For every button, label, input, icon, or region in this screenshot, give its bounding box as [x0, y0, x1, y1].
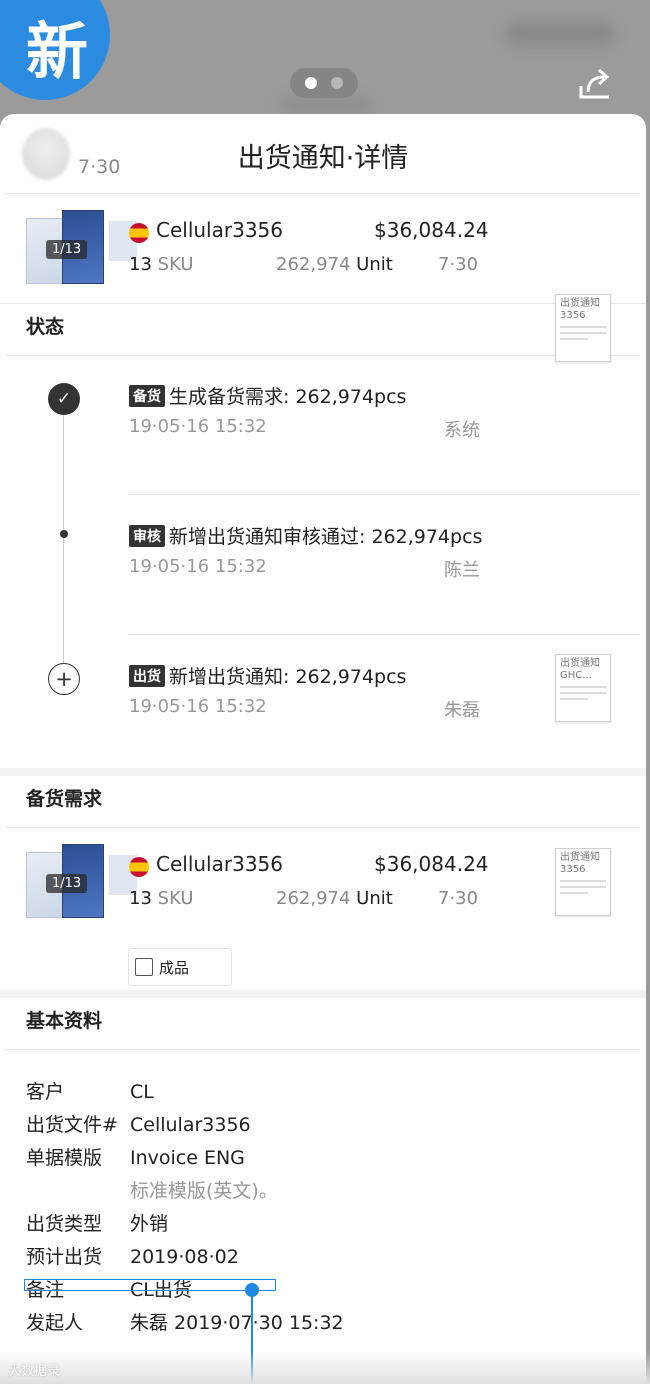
- document-thumbnail[interactable]: 出货通知 GHC...: [555, 654, 611, 722]
- event-time: 19·05·16 15:32: [129, 696, 267, 717]
- share-icon[interactable]: [576, 64, 614, 102]
- unit-quantity: 262,974 Unit: [276, 254, 393, 275]
- selection-handle[interactable]: [245, 1283, 259, 1297]
- event-user: 朱磊: [444, 700, 480, 721]
- finished-goods-checkbox[interactable]: 成品: [128, 948, 232, 986]
- unit-quantity: 262,974 Unit: [276, 888, 393, 909]
- spain-flag-icon: [129, 857, 149, 877]
- product-thumbnail[interactable]: 1/13: [24, 844, 137, 920]
- info-row-shipping-type: 出货类型 外销: [26, 1213, 169, 1235]
- event-user: 陈兰: [444, 560, 480, 581]
- info-row-initiator: 发起人 朱磊 2019·07·30 15:32: [26, 1312, 344, 1334]
- check-circle-icon: ✓: [48, 383, 80, 415]
- stock-need-card[interactable]: 1/13 Cellular3356 $36,084.24 13 SKU 262,…: [0, 828, 646, 998]
- plus-circle-icon[interactable]: +: [48, 663, 80, 695]
- order-date: 7·30: [438, 254, 479, 275]
- info-row-template-desc: .标准模版(英文)。: [130, 1180, 278, 1202]
- document-thumbnail[interactable]: 出货通知 3356: [555, 848, 611, 916]
- thumbnail-count: 1/13: [46, 240, 88, 259]
- event-tag: 备货: [129, 385, 165, 407]
- selection-highlight[interactable]: [24, 1279, 276, 1291]
- order-card[interactable]: 1/13 Cellular3356 $36,084.24 13 SKU 262,…: [0, 194, 646, 362]
- event-tag: 审核: [129, 525, 165, 547]
- document-thumbnail[interactable]: 出货通知 3356: [555, 294, 611, 362]
- order-amount: $36,084.24: [374, 218, 489, 242]
- event-time: 19·05·16 15:32: [129, 556, 267, 577]
- event-tag: 出货: [129, 665, 165, 687]
- info-row-shipping-file: 出货文件# Cellular3356: [26, 1114, 251, 1136]
- status-section-title: 状态: [6, 304, 640, 356]
- checkbox-icon[interactable]: [135, 958, 153, 976]
- info-row-template: 单据模版 Invoice ENG: [26, 1147, 245, 1169]
- sheet-header: 7·30 出货通知·详情: [6, 114, 640, 194]
- page-title: 出货通知·详情: [237, 143, 409, 174]
- order-amount: $36,084.24: [374, 852, 489, 876]
- event-title: 审核 新增出货通知审核通过: 262,974pcs: [129, 522, 482, 549]
- event-time: 19·05·16 15:32: [129, 416, 267, 437]
- status-timeline: ✓ + 备货 生成备货需求: 262,974pcs 19·05·16 15:32 …: [0, 356, 646, 776]
- basic-info-list: 客户CL 出货文件#Cellular3356 单据模版Invoice ENG .…: [0, 1050, 646, 1340]
- detail-sheet: 7·30 出货通知·详情 1/13 Cellular3356 $36,084.2…: [0, 114, 646, 1384]
- event-title: 备货 生成备货需求: 262,974pcs: [129, 382, 406, 409]
- event-title: 出货 新增出货通知: 262,974pcs: [129, 662, 406, 689]
- scrollbar-track[interactable]: [646, 114, 650, 1384]
- basic-info-section-title: 基本资料: [6, 998, 640, 1050]
- customer-file-name: Cellular3356: [156, 852, 283, 876]
- product-thumbnail[interactable]: 1/13: [24, 210, 137, 286]
- page-dot-active[interactable]: [305, 77, 317, 89]
- thumbnail-count: 1/13: [46, 874, 88, 893]
- order-date: 7·30: [438, 888, 479, 909]
- page-indicator[interactable]: [290, 68, 358, 98]
- sku-count: 13 SKU: [129, 254, 194, 275]
- spain-flag-icon: [129, 223, 149, 243]
- info-row-planned-shipping: 预计出货 2019·08·02: [26, 1246, 239, 1268]
- dot-icon: [60, 530, 68, 538]
- customer-file-name: Cellular3356: [156, 218, 283, 242]
- page-dot[interactable]: [331, 77, 343, 89]
- blurred-content: [505, 22, 615, 46]
- divider: [128, 634, 640, 635]
- blurred-content: [280, 98, 370, 112]
- stock-need-section-title: 备货需求: [6, 776, 640, 828]
- event-user: 系统: [444, 420, 480, 441]
- divider: [128, 494, 640, 495]
- sku-count: 13 SKU: [129, 888, 194, 909]
- watermark: 大数据录: [0, 1350, 650, 1384]
- info-row-customer: 客户 CL: [26, 1081, 154, 1103]
